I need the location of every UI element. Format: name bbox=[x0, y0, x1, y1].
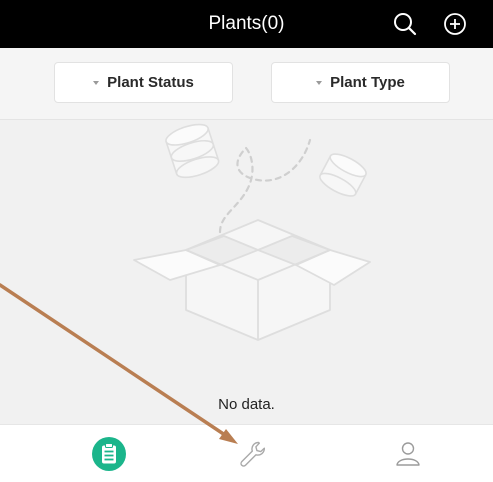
top-nav-bar: Plants(0) bbox=[0, 0, 493, 48]
wrench-icon bbox=[240, 441, 265, 467]
caret-down-icon bbox=[93, 80, 100, 85]
add-circle-icon[interactable] bbox=[442, 11, 468, 37]
tab-maintenance[interactable] bbox=[170, 425, 334, 482]
user-icon bbox=[396, 441, 420, 466]
search-icon[interactable] bbox=[392, 11, 418, 37]
plant-type-label: Plant Type bbox=[330, 74, 405, 91]
caret-down-icon bbox=[316, 80, 323, 85]
plant-status-filter[interactable]: Plant Status bbox=[54, 62, 233, 103]
filter-bar: Plant Status Plant Type bbox=[0, 48, 493, 120]
tab-profile[interactable] bbox=[326, 425, 490, 482]
bottom-tab-bar bbox=[0, 424, 493, 482]
empty-state-message: No data. bbox=[218, 396, 275, 413]
page-title: Plants(0) bbox=[208, 13, 285, 34]
plant-status-label: Plant Status bbox=[107, 74, 194, 91]
plant-type-filter[interactable]: Plant Type bbox=[271, 62, 450, 103]
tab-plants[interactable] bbox=[27, 425, 191, 482]
clipboard-icon bbox=[92, 436, 126, 471]
empty-box-illustration bbox=[120, 120, 380, 345]
